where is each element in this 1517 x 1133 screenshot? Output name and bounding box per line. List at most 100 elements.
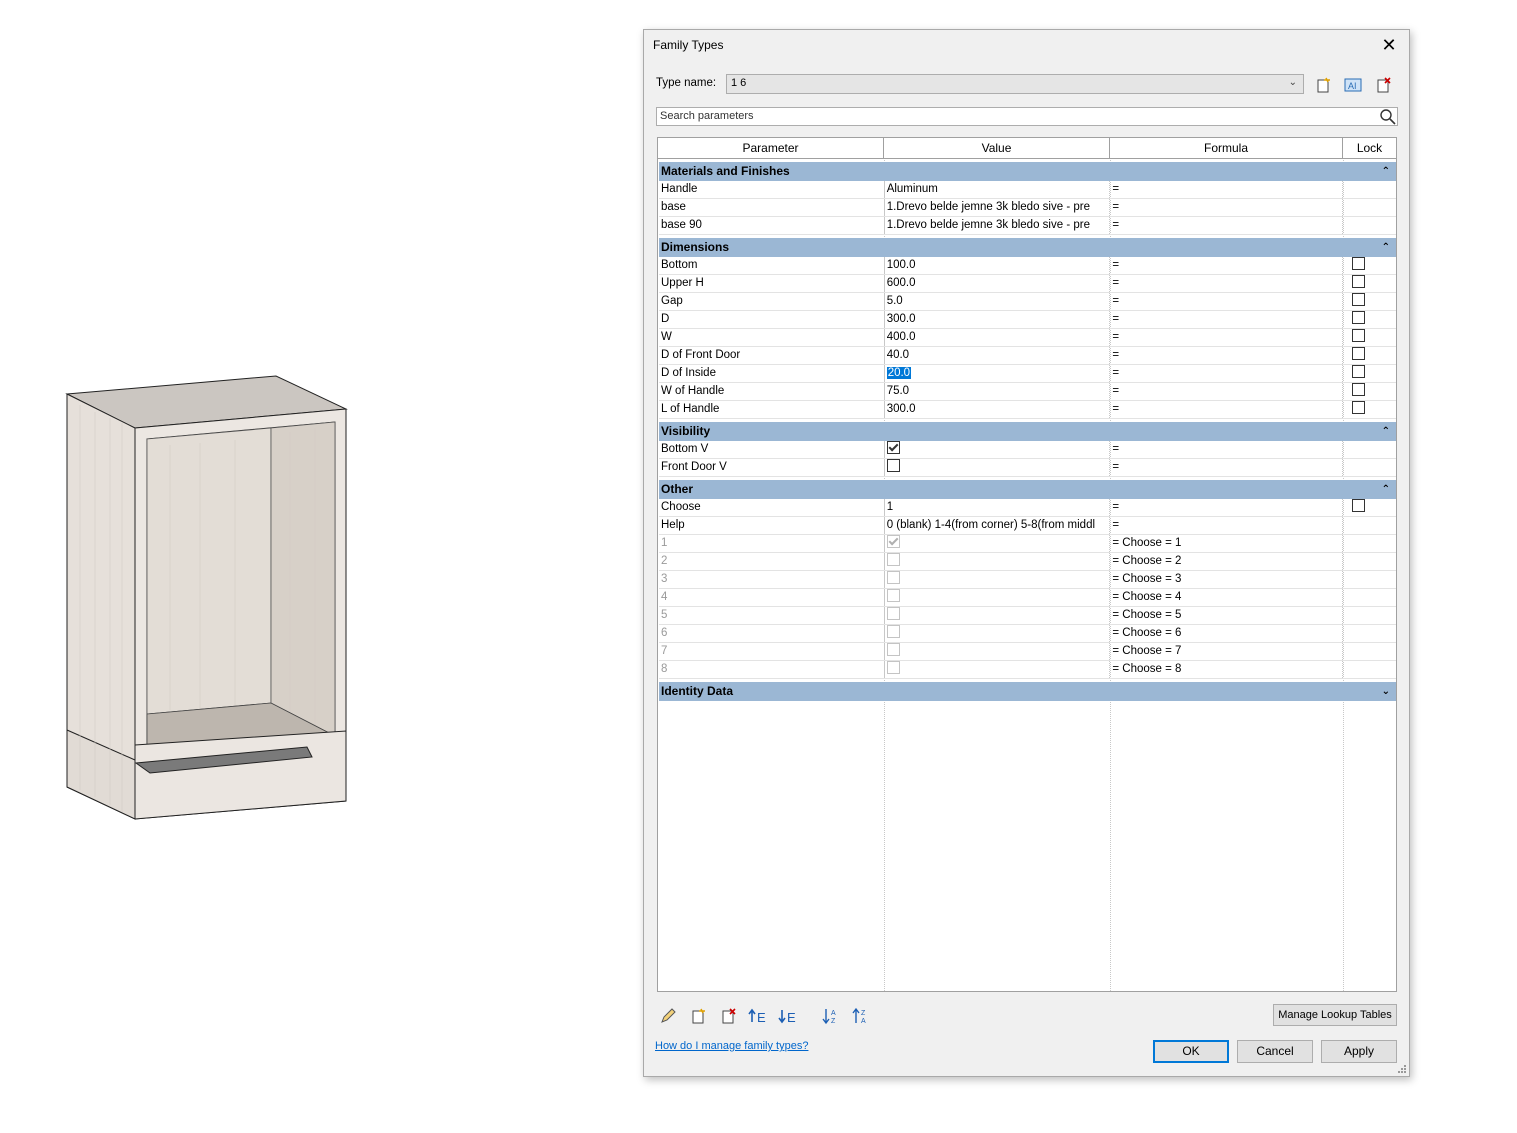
- parameter-formula[interactable]: =: [1110, 311, 1344, 328]
- parameter-formula[interactable]: =: [1110, 517, 1344, 534]
- delete-parameter-button[interactable]: [716, 1005, 740, 1027]
- parameter-value[interactable]: 400.0: [885, 329, 1111, 346]
- parameter-value[interactable]: 100.0: [885, 257, 1111, 274]
- column-parameter[interactable]: Parameter: [658, 138, 884, 158]
- parameter-formula[interactable]: = Choose = 2: [1110, 553, 1344, 570]
- table-row[interactable]: W 400.0 =: [659, 329, 1396, 347]
- parameter-value[interactable]: 20.0: [885, 365, 1111, 382]
- table-row[interactable]: 1 = Choose = 1: [659, 535, 1396, 553]
- parameter-formula[interactable]: =: [1110, 199, 1344, 216]
- parameter-value[interactable]: 1.Drevo belde jemne 3k bledo sive - pre: [885, 199, 1111, 216]
- parameter-formula[interactable]: = Choose = 7: [1110, 643, 1344, 660]
- parameter-value[interactable]: 75.0: [885, 383, 1111, 400]
- parameter-formula[interactable]: =: [1110, 499, 1344, 516]
- parameter-value[interactable]: 600.0: [885, 275, 1111, 292]
- move-down-button[interactable]: E: [776, 1005, 800, 1027]
- column-value[interactable]: Value: [884, 138, 1110, 158]
- table-row[interactable]: W of Handle 75.0 =: [659, 383, 1396, 401]
- table-row[interactable]: Handle Aluminum =: [659, 181, 1396, 199]
- lock-checkbox[interactable]: [1352, 383, 1366, 397]
- collapse-icon[interactable]: ⌃: [1382, 480, 1390, 499]
- parameter-formula[interactable]: = Choose = 6: [1110, 625, 1344, 642]
- group-dimensions[interactable]: Dimensions ⌃: [659, 238, 1396, 257]
- expand-icon[interactable]: ⌄: [1382, 682, 1390, 701]
- table-row[interactable]: base 90 1.Drevo belde jemne 3k bledo siv…: [659, 217, 1396, 235]
- collapse-icon[interactable]: ⌃: [1382, 162, 1390, 181]
- table-row[interactable]: Bottom V =: [659, 441, 1396, 459]
- search-input[interactable]: Search parameters: [656, 107, 1398, 126]
- lock-checkbox[interactable]: [1352, 257, 1366, 271]
- parameter-value[interactable]: 5.0: [885, 293, 1111, 310]
- table-row[interactable]: D of Front Door 40.0 =: [659, 347, 1396, 365]
- lock-checkbox[interactable]: [1352, 401, 1366, 415]
- parameter-value[interactable]: 1: [885, 499, 1111, 516]
- sort-ascending-button[interactable]: AZ: [819, 1005, 843, 1027]
- lock-checkbox[interactable]: [1352, 293, 1366, 307]
- parameter-formula[interactable]: =: [1110, 217, 1344, 234]
- parameter-formula[interactable]: =: [1110, 365, 1344, 382]
- parameter-value[interactable]: 300.0: [885, 311, 1111, 328]
- parameter-formula[interactable]: = Choose = 5: [1110, 607, 1344, 624]
- table-row[interactable]: Gap 5.0 =: [659, 293, 1396, 311]
- table-row[interactable]: Front Door V =: [659, 459, 1396, 477]
- parameter-formula[interactable]: =: [1110, 181, 1344, 198]
- parameter-formula[interactable]: =: [1110, 459, 1344, 476]
- front-door-v-checkbox[interactable]: [886, 459, 900, 473]
- table-row[interactable]: Choose 1 =: [659, 499, 1396, 517]
- column-lock[interactable]: Lock: [1343, 138, 1396, 158]
- parameter-value[interactable]: 0 (blank) 1-4(from corner) 5-8(from midd…: [885, 517, 1111, 534]
- parameter-formula[interactable]: =: [1110, 383, 1344, 400]
- parameter-value[interactable]: 300.0: [885, 401, 1111, 418]
- parameter-value[interactable]: Aluminum: [885, 181, 1111, 198]
- resize-grip-icon[interactable]: [1397, 1064, 1407, 1074]
- new-type-button[interactable]: [1312, 74, 1334, 96]
- group-other[interactable]: Other ⌃: [659, 480, 1396, 499]
- cancel-button[interactable]: Cancel: [1237, 1040, 1313, 1063]
- parameter-formula[interactable]: =: [1110, 329, 1344, 346]
- parameter-formula[interactable]: = Choose = 3: [1110, 571, 1344, 588]
- parameter-formula[interactable]: =: [1110, 401, 1344, 418]
- group-materials-and-finishes[interactable]: Materials and Finishes ⌃: [659, 162, 1396, 181]
- table-row[interactable]: Upper H 600.0 =: [659, 275, 1396, 293]
- parameter-formula[interactable]: =: [1110, 257, 1344, 274]
- table-row[interactable]: D of Inside 20.0 =: [659, 365, 1396, 383]
- table-row[interactable]: 8 = Choose = 8: [659, 661, 1396, 679]
- parameter-formula[interactable]: =: [1110, 441, 1344, 458]
- parameter-formula[interactable]: =: [1110, 293, 1344, 310]
- group-visibility[interactable]: Visibility ⌃: [659, 422, 1396, 441]
- ok-button[interactable]: OK: [1153, 1040, 1229, 1063]
- parameter-formula[interactable]: = Choose = 4: [1110, 589, 1344, 606]
- parameter-formula[interactable]: = Choose = 1: [1110, 535, 1344, 552]
- edit-parameter-button[interactable]: [656, 1005, 680, 1027]
- parameter-value[interactable]: 1.Drevo belde jemne 3k bledo sive - pre: [885, 217, 1111, 234]
- column-formula[interactable]: Formula: [1110, 138, 1343, 158]
- lock-checkbox[interactable]: [1352, 311, 1366, 325]
- table-row[interactable]: base 1.Drevo belde jemne 3k bledo sive -…: [659, 199, 1396, 217]
- table-row[interactable]: 5 = Choose = 5: [659, 607, 1396, 625]
- collapse-icon[interactable]: ⌃: [1382, 422, 1390, 441]
- lock-checkbox[interactable]: [1352, 365, 1366, 379]
- table-row[interactable]: 4 = Choose = 4: [659, 589, 1396, 607]
- parameter-formula[interactable]: =: [1110, 275, 1344, 292]
- delete-type-button[interactable]: [1372, 74, 1394, 96]
- manage-lookup-tables-button[interactable]: Manage Lookup Tables: [1273, 1004, 1397, 1026]
- parameter-formula[interactable]: =: [1110, 347, 1344, 364]
- rename-type-button[interactable]: AI: [1342, 74, 1364, 96]
- parameter-formula[interactable]: = Choose = 8: [1110, 661, 1344, 678]
- table-row[interactable]: L of Handle 300.0 =: [659, 401, 1396, 419]
- lock-checkbox[interactable]: [1352, 275, 1366, 289]
- table-row[interactable]: 3 = Choose = 3: [659, 571, 1396, 589]
- search-icon[interactable]: [1379, 108, 1396, 125]
- bottom-v-checkbox[interactable]: [886, 441, 900, 455]
- lock-checkbox[interactable]: [1352, 347, 1366, 361]
- sort-descending-button[interactable]: ZA: [849, 1005, 873, 1027]
- table-row[interactable]: 7 = Choose = 7: [659, 643, 1396, 661]
- close-button[interactable]: ✕: [1375, 32, 1403, 58]
- help-link[interactable]: How do I manage family types?: [655, 1040, 808, 1052]
- parameter-value[interactable]: 40.0: [885, 347, 1111, 364]
- table-row[interactable]: 2 = Choose = 2: [659, 553, 1396, 571]
- type-name-dropdown[interactable]: 1 6 ⌄: [726, 74, 1304, 94]
- new-parameter-button[interactable]: [686, 1005, 710, 1027]
- collapse-icon[interactable]: ⌃: [1382, 238, 1390, 257]
- table-row[interactable]: Help 0 (blank) 1-4(from corner) 5-8(from…: [659, 517, 1396, 535]
